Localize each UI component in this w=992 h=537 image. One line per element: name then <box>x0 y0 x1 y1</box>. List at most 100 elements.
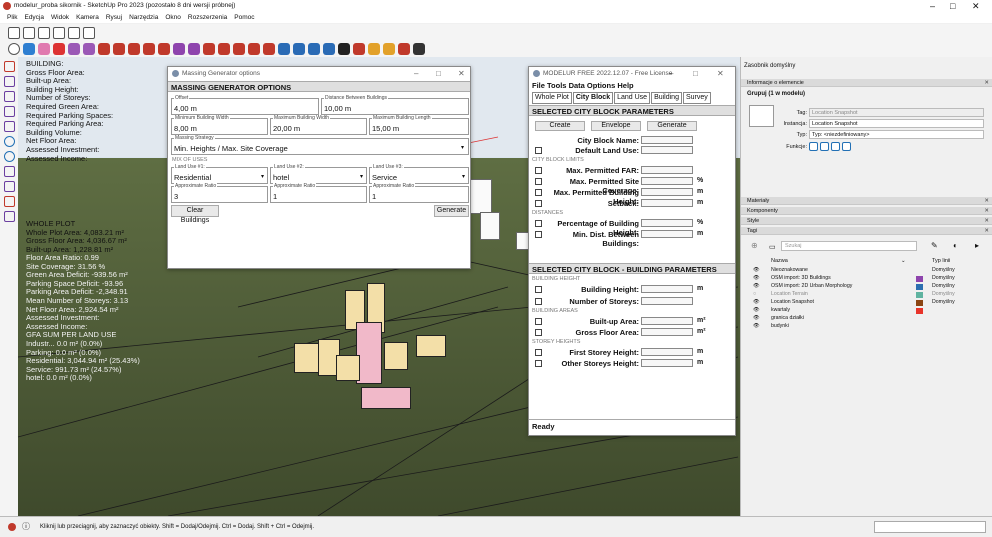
menu-extensions[interactable]: Rozszerzenia <box>188 14 227 21</box>
tab-survey[interactable]: Survey <box>682 92 711 104</box>
menu-data[interactable]: Data <box>569 81 585 90</box>
right-view-icon[interactable] <box>53 26 65 39</box>
other-storeys-input[interactable] <box>641 359 693 367</box>
first-storey-input[interactable] <box>641 348 693 356</box>
top-view-icon[interactable] <box>23 26 35 39</box>
tag-value[interactable]: Location Snapshot <box>809 108 984 117</box>
entity-info-header[interactable]: Informacje o elemencie ✕ <box>741 79 992 87</box>
grid-tool-icon[interactable] <box>3 106 15 117</box>
components-icon[interactable] <box>368 43 380 55</box>
pen-icon[interactable] <box>413 43 425 55</box>
menu-camera[interactable]: Kamera <box>76 14 99 21</box>
styles-header[interactable]: Style ✕ <box>741 217 992 225</box>
building-selected[interactable] <box>361 387 411 409</box>
tab-building[interactable]: Building <box>651 92 682 104</box>
tab-city-block[interactable]: City Block <box>572 92 614 104</box>
distance-field[interactable]: Distance Between Buildings 10,00 m <box>321 95 469 115</box>
offset-field[interactable]: Offset 4,00 m <box>171 95 319 115</box>
menu-tools[interactable]: Tools <box>547 81 566 90</box>
search-icon[interactable] <box>8 43 20 55</box>
paint-bucket-icon[interactable] <box>203 43 215 55</box>
generate-button[interactable]: Generate <box>434 205 469 217</box>
sandbox-icon[interactable] <box>383 43 395 55</box>
ratio-2-field[interactable]: Approximate Ratio 1 <box>270 183 367 203</box>
generate-button[interactable]: Generate <box>647 121 697 131</box>
zoom-icon[interactable] <box>248 43 260 55</box>
pan-icon[interactable] <box>233 43 245 55</box>
min-width-field[interactable]: Minimum Building Width 8,00 m <box>171 115 268 135</box>
menu-help[interactable]: Pomoc <box>234 14 254 21</box>
tab-whole-plot[interactable]: Whole Plot <box>532 92 572 104</box>
land-use-1-select[interactable]: Land Use #1: Residential ▾ <box>171 164 268 184</box>
eraser-icon[interactable] <box>38 43 50 55</box>
building[interactable] <box>336 355 360 381</box>
modelur-icon-3[interactable] <box>308 43 320 55</box>
folder-icon[interactable]: ▭ <box>769 243 776 251</box>
building[interactable] <box>384 342 408 370</box>
tag-search-input[interactable]: Szukaj <box>781 241 917 251</box>
zoom-extents-icon[interactable] <box>263 43 275 55</box>
scale-tool-icon[interactable] <box>143 43 155 55</box>
sun-tool-icon[interactable] <box>3 211 15 222</box>
percentage-input[interactable] <box>641 219 693 227</box>
modelur-icon-4[interactable] <box>323 43 335 55</box>
tab-land-use[interactable]: Land Use <box>614 92 651 104</box>
menu-window[interactable]: Okno <box>165 14 181 21</box>
move-tool-icon[interactable] <box>113 43 125 55</box>
building[interactable] <box>416 335 446 357</box>
left-view-icon[interactable] <box>83 26 95 39</box>
rotate-tool-icon[interactable] <box>128 43 140 55</box>
tag-row[interactable]: 👁 Nieoznakowane Domyślny <box>741 267 992 274</box>
max-length-field[interactable]: Maximum Building Length 15,00 m <box>369 115 469 135</box>
select-tool-icon[interactable] <box>23 43 35 55</box>
push-pull-icon[interactable] <box>98 43 110 55</box>
osm-building[interactable] <box>480 212 500 240</box>
tag-row[interactable]: ○ Location Terrain Domyślny <box>741 291 992 298</box>
extension-warehouse-icon[interactable] <box>353 43 365 55</box>
materials-header[interactable]: Materiały ✕ <box>741 197 992 205</box>
tag-row[interactable]: 👁 OSM import: 2D Urban Morphology Domyślny <box>741 283 992 290</box>
gross-floor-area-input[interactable] <box>641 328 693 336</box>
color-by-tag-icon[interactable]: ◐ <box>953 241 958 250</box>
target-tool-icon[interactable] <box>3 151 15 162</box>
close-button[interactable]: ✕ <box>717 67 724 81</box>
maximize-button[interactable]: □ <box>950 0 955 12</box>
tag-row[interactable]: 👁 granica działki <box>741 315 992 322</box>
minimize-button[interactable]: – <box>414 67 418 81</box>
menu-tools[interactable]: Narzędzia <box>129 14 158 21</box>
eye-icon[interactable] <box>809 142 818 151</box>
front-view-icon[interactable] <box>38 26 50 39</box>
tag-row[interactable]: 👁 kwartaly <box>741 307 992 314</box>
tag-row[interactable]: 👁 budynki <box>741 323 992 330</box>
pencil-tool-icon[interactable] <box>3 61 15 72</box>
create-button[interactable]: Create <box>535 121 585 131</box>
measurements-box[interactable] <box>874 521 986 533</box>
line-tool-icon[interactable] <box>3 91 15 102</box>
built-up-area-input[interactable] <box>641 317 693 325</box>
geo-location-icon[interactable] <box>8 523 16 531</box>
city-block-name-input[interactable] <box>641 136 693 144</box>
offset-tool-icon[interactable] <box>158 43 170 55</box>
iso-view-icon[interactable] <box>8 26 20 39</box>
osm-building[interactable] <box>470 179 492 214</box>
plot-tool-icon[interactable] <box>3 166 15 177</box>
back-view-icon[interactable] <box>68 26 80 39</box>
envelope-button[interactable]: Envelope <box>591 121 641 131</box>
arc-tool-icon[interactable] <box>68 43 80 55</box>
modelur-icon-2[interactable] <box>293 43 305 55</box>
clear-buildings-button[interactable]: Clear Buildings <box>171 205 219 224</box>
min-distance-input[interactable] <box>641 230 693 238</box>
ratio-3-field[interactable]: Approximate Ratio 1 <box>369 183 469 203</box>
ratio-1-field[interactable]: Approximate Ratio 3 <box>171 183 268 203</box>
maximize-button[interactable]: □ <box>693 67 698 81</box>
building-height-input[interactable] <box>641 285 693 293</box>
menu-draw[interactable]: Rysuj <box>106 14 122 21</box>
massing-strategy-select[interactable]: Massing Strategy Min. Heights / Max. Site… <box>171 135 469 155</box>
instance-input[interactable]: Location Snapshot <box>809 119 984 128</box>
close-button[interactable]: ✕ <box>972 0 980 12</box>
maximize-button[interactable]: □ <box>436 67 441 81</box>
max-width-field[interactable]: Maximum Building Width 20,00 m <box>270 115 367 135</box>
section-plane-icon[interactable] <box>398 43 410 55</box>
cast-shadows-icon[interactable] <box>842 142 851 151</box>
tag-row[interactable]: 👁 OSM import: 3D Buildings Domyślny <box>741 275 992 282</box>
